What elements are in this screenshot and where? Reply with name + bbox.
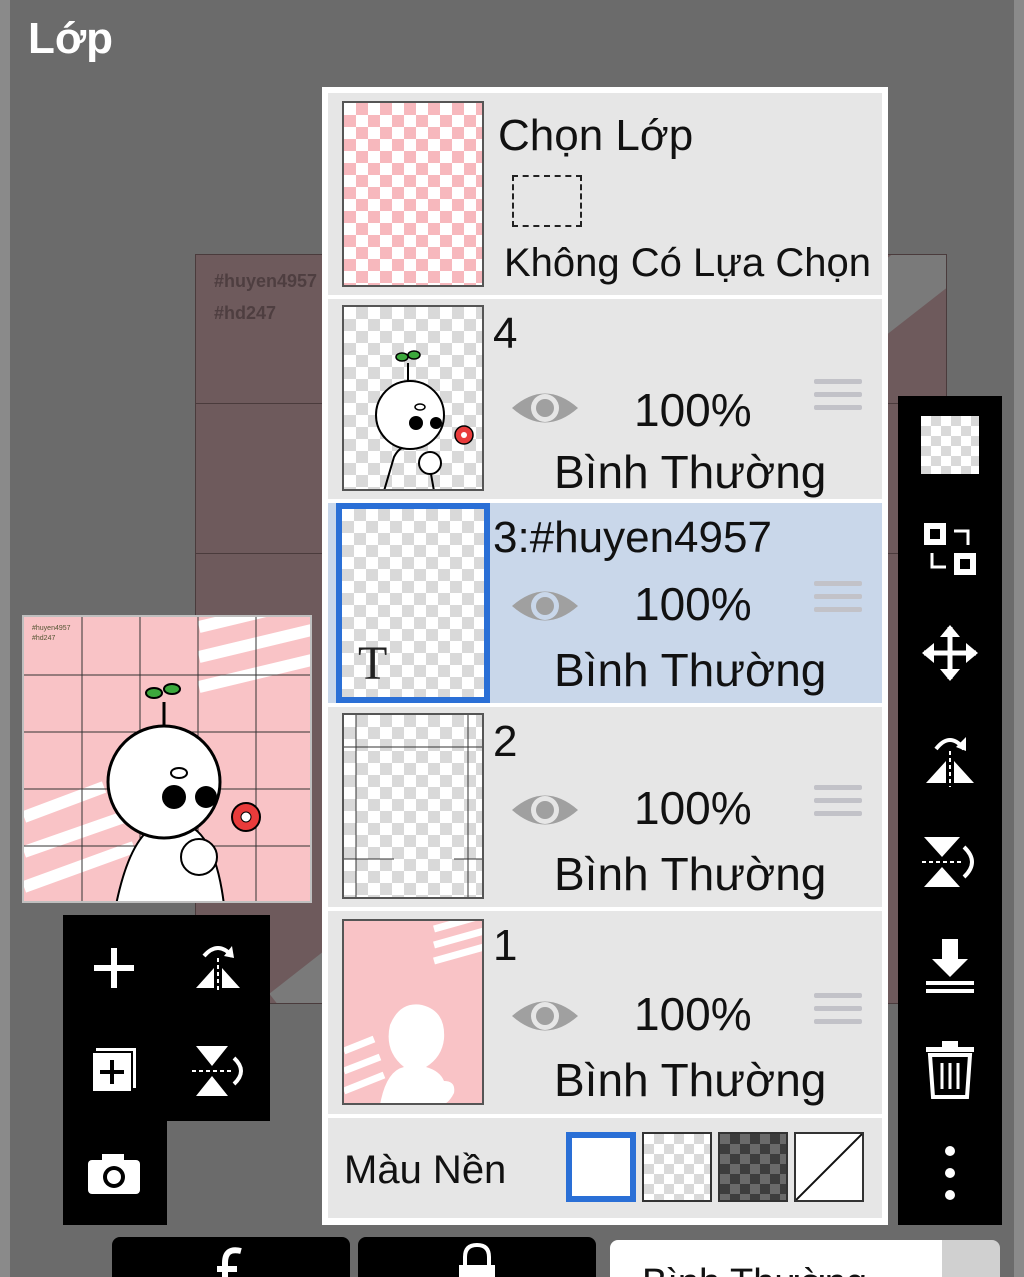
layer-thumbnail xyxy=(342,919,484,1105)
trash-icon[interactable] xyxy=(915,1034,985,1104)
layer-opacity[interactable]: 100% xyxy=(634,781,752,835)
background-white-swatch[interactable] xyxy=(566,1132,636,1202)
canvas-tag: #huyen4957 xyxy=(214,271,318,291)
swap-icon[interactable] xyxy=(915,514,985,584)
layer-blend-mode[interactable]: Bình Thường xyxy=(554,1053,826,1107)
background-transparent-light-swatch[interactable] xyxy=(642,1132,712,1202)
canvas-tag: #hd247 xyxy=(214,303,277,323)
selection-marquee-icon xyxy=(512,175,582,227)
visibility-eye-icon[interactable] xyxy=(510,993,580,1039)
text-layer-icon: T xyxy=(358,637,388,690)
layer-row-selected[interactable]: T 3:#huyen4957 100% Bình Thường xyxy=(328,503,882,703)
layer-row[interactable]: 4 100% Bình Thường xyxy=(328,299,882,499)
right-toolbar xyxy=(898,396,1002,1225)
selection-status: Không Có Lựa Chọn xyxy=(504,241,872,285)
drag-handle-icon[interactable] xyxy=(814,785,862,824)
preview-tag: #huyen4957 xyxy=(32,625,71,632)
duplicate-layer-icon[interactable] xyxy=(79,1035,149,1105)
selection-layer-row[interactable]: Chọn Lớp Không Có Lựa Chọn xyxy=(328,93,882,295)
lock-icon xyxy=(459,1242,495,1277)
layer-opacity[interactable]: 100% xyxy=(634,987,752,1041)
selection-title: Chọn Lớp xyxy=(498,111,694,160)
right-edge xyxy=(1014,0,1024,1277)
transparency-icon[interactable] xyxy=(915,410,985,480)
drag-handle-icon[interactable] xyxy=(814,993,862,1032)
visibility-eye-icon[interactable] xyxy=(510,787,580,833)
layers-panel: Chọn Lớp Không Có Lựa Chọn 4 100% Bình T… xyxy=(322,87,888,1225)
flip-horizontal-icon[interactable] xyxy=(183,933,253,1003)
merge-down-icon[interactable] xyxy=(915,930,985,1000)
layer-name[interactable]: 3:#huyen4957 xyxy=(493,513,772,563)
chevron-down-icon[interactable] xyxy=(942,1240,1000,1277)
flip-vertical-icon[interactable] xyxy=(915,826,985,896)
layer-name[interactable]: 4 xyxy=(493,309,517,359)
blend-mode-select[interactable]: Bình Thường xyxy=(610,1240,942,1277)
clipping-button[interactable] xyxy=(112,1237,350,1277)
background-transparent-dark-swatch[interactable] xyxy=(718,1132,788,1202)
left-toolbar xyxy=(63,915,270,1121)
left-toolbar-lower xyxy=(63,1120,167,1225)
camera-icon[interactable] xyxy=(79,1138,149,1208)
background-color-row: Màu Nền xyxy=(328,1118,882,1218)
left-edge xyxy=(0,0,10,1277)
layer-name[interactable]: 2 xyxy=(493,717,517,767)
canvas-preview: #huyen4957 #hd247 xyxy=(22,615,312,903)
layer-thumbnail xyxy=(342,305,484,491)
drag-handle-icon[interactable] xyxy=(814,379,862,418)
layer-blend-mode[interactable]: Bình Thường xyxy=(554,445,826,499)
drag-handle-icon[interactable] xyxy=(814,581,862,620)
visibility-eye-icon[interactable] xyxy=(510,583,580,629)
layer-opacity[interactable]: 100% xyxy=(634,383,752,437)
clipping-icon xyxy=(217,1247,242,1277)
selection-thumbnail xyxy=(342,101,484,287)
background-none-swatch[interactable] xyxy=(794,1132,864,1202)
add-layer-icon[interactable] xyxy=(79,933,149,1003)
layer-row[interactable]: 2 100% Bình Thường xyxy=(328,707,882,907)
window-title: Lớp xyxy=(28,14,114,63)
layer-thumbnail: T xyxy=(336,503,490,703)
more-icon[interactable] xyxy=(915,1138,985,1208)
layer-row[interactable]: 1 100% Bình Thường xyxy=(328,911,882,1114)
layer-opacity[interactable]: 100% xyxy=(634,577,752,631)
preview-tag: #hd247 xyxy=(32,635,56,642)
layer-blend-mode[interactable]: Bình Thường xyxy=(554,643,826,697)
layer-thumbnail xyxy=(342,713,484,899)
flip-vertical-icon[interactable] xyxy=(183,1035,253,1105)
layer-blend-mode[interactable]: Bình Thường xyxy=(554,847,826,901)
flip-horizontal-icon[interactable] xyxy=(915,722,985,792)
layer-name[interactable]: 1 xyxy=(493,921,517,971)
preview-art xyxy=(24,617,310,901)
alpha-lock-button[interactable] xyxy=(358,1237,596,1277)
visibility-eye-icon[interactable] xyxy=(510,385,580,431)
background-color-label: Màu Nền xyxy=(344,1148,507,1192)
move-icon[interactable] xyxy=(915,618,985,688)
